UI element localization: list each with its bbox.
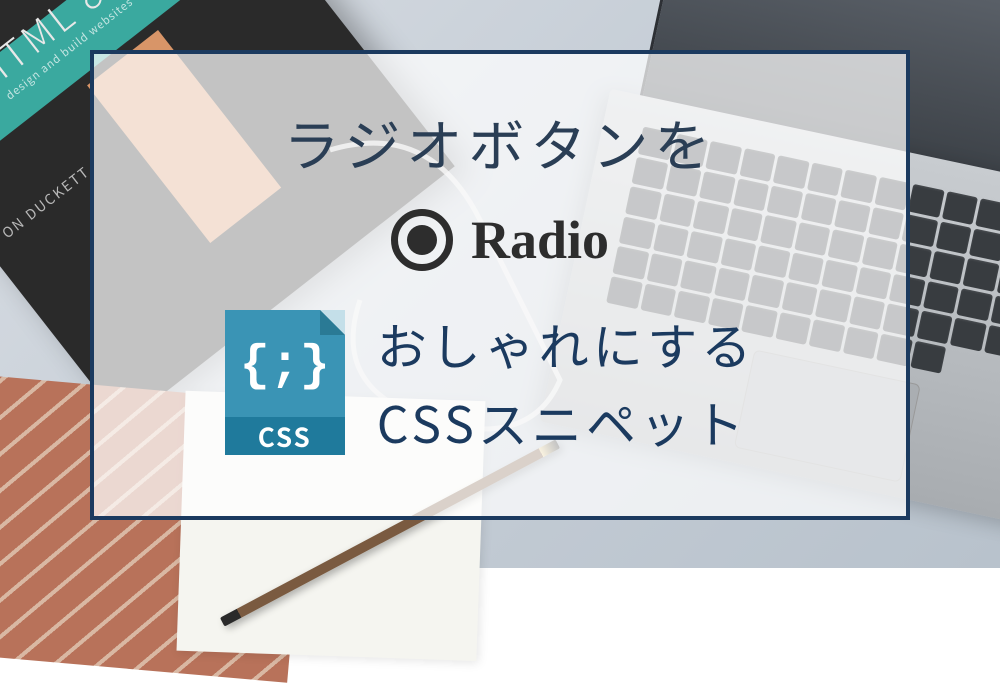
bottom-row: {;} CSS おしゃれにする CSSスニペット bbox=[124, 308, 876, 458]
main-card: ラジオボタンを Radio {;} CSS おしゃれにする CSSスニペット bbox=[90, 50, 910, 520]
radio-label: Radio bbox=[471, 209, 609, 271]
css-file-body: {;} bbox=[225, 310, 345, 420]
keyboard-key bbox=[908, 184, 945, 217]
keyboard-key bbox=[963, 258, 1000, 291]
css-label-band: CSS bbox=[225, 417, 345, 455]
keyboard-key bbox=[975, 198, 1000, 231]
css-braces: {;} bbox=[225, 338, 345, 395]
keyboard-key bbox=[935, 221, 972, 254]
bottom-text-block: おしゃれにする CSSスニペット bbox=[377, 308, 756, 458]
radio-row: Radio bbox=[391, 209, 609, 271]
keyboard-key bbox=[956, 288, 993, 321]
css-label-text: CSS bbox=[258, 418, 312, 455]
keyboard-key bbox=[942, 191, 979, 224]
title-line-3: CSSスニペット bbox=[377, 386, 756, 458]
keyboard-key bbox=[969, 228, 1000, 261]
keyboard-key bbox=[929, 251, 966, 284]
keyboard-key bbox=[922, 281, 959, 314]
title-line-2: おしゃれにする bbox=[377, 308, 756, 380]
css-file-icon: {;} CSS bbox=[225, 310, 345, 455]
keyboard-key bbox=[910, 340, 947, 373]
radio-icon bbox=[391, 209, 453, 271]
radio-dot bbox=[407, 225, 437, 255]
keyboard-key bbox=[950, 318, 987, 351]
css-file-fold-dark bbox=[320, 310, 345, 335]
keyboard-key bbox=[984, 325, 1000, 358]
title-line-1: ラジオボタンを bbox=[284, 102, 717, 183]
keyboard-key bbox=[916, 310, 953, 343]
